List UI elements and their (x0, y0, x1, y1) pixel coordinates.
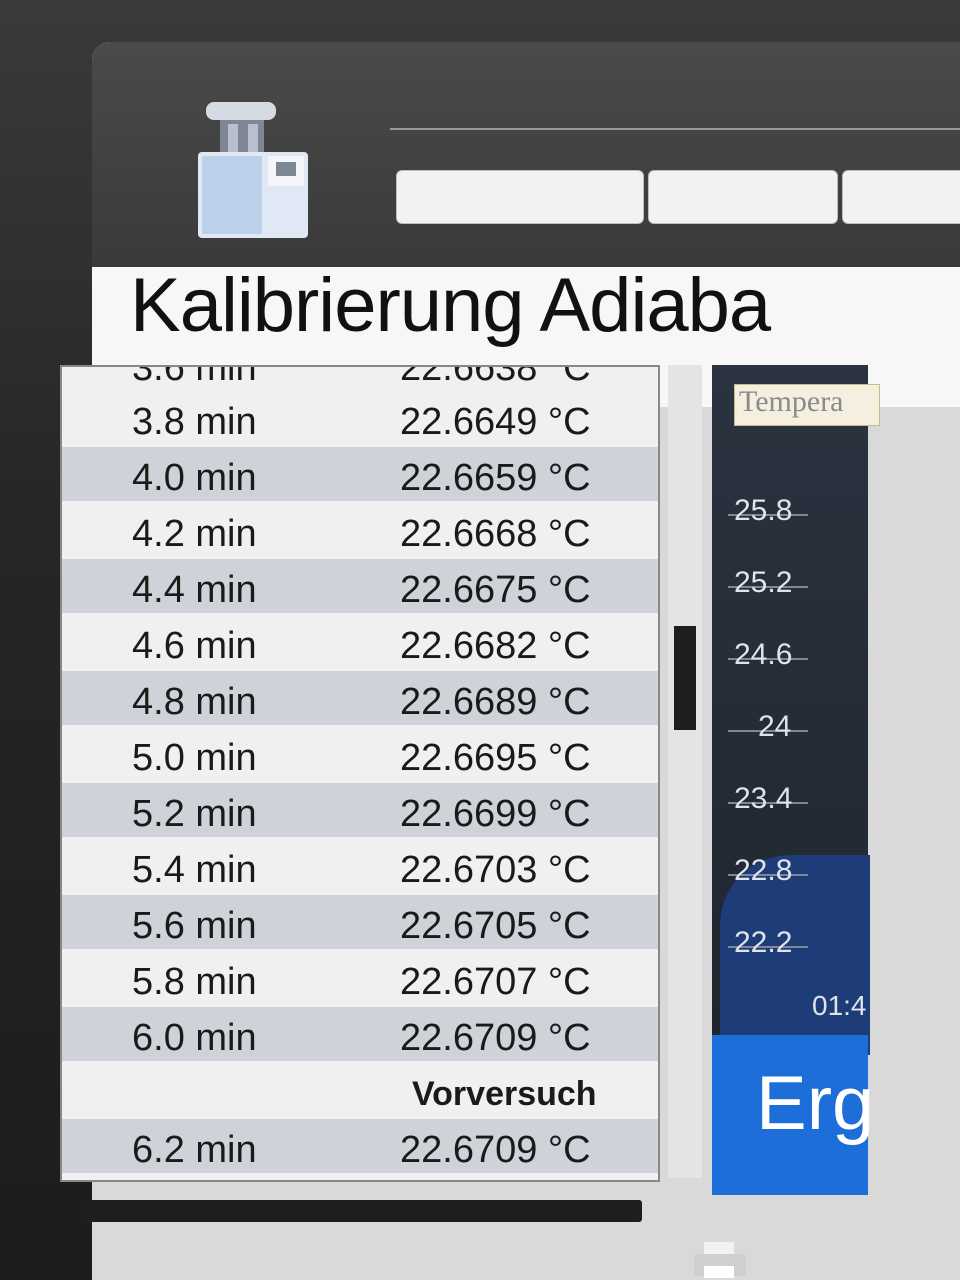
table-row-cut: 3.6 min 22.6638 °C (62, 365, 658, 391)
table-row[interactable]: 4.0 min 22.6659 °C (62, 447, 658, 501)
table-row[interactable]: 4.6 min 22.6682 °C (62, 615, 658, 669)
table-cell-value: 22.6703 °C (400, 849, 591, 891)
chart-y-tick: 24.6 (734, 638, 793, 671)
table-cell-value: 22.6709 °C (400, 1017, 591, 1059)
table-cell-time: 5.6 min (132, 905, 257, 947)
table-cell-time: 5.2 min (132, 793, 257, 835)
table-cell-value: 22.6689 °C (400, 681, 591, 723)
table-cell-time: 5.8 min (132, 961, 257, 1003)
chart-y-tick: 23.4 (734, 782, 793, 815)
table-row[interactable]: 4.8 min 22.6689 °C (62, 671, 658, 725)
table-cell-value: 22.6638 °C (400, 365, 591, 389)
table-cell-value: 22.6695 °C (400, 737, 591, 779)
table-cell-time: 5.4 min (132, 849, 257, 891)
table-cell-time: 4.8 min (132, 681, 257, 723)
calorimeter-device-icon (198, 102, 308, 238)
chart-y-tick: 25.8 (734, 494, 793, 527)
table-cell-time: 4.6 min (132, 625, 257, 667)
header-divider (390, 128, 960, 130)
vertical-scrollbar-thumb[interactable] (674, 626, 696, 730)
table-row[interactable]: 5.8 min 22.6707 °C (62, 951, 658, 1005)
header-tab-2[interactable] (648, 170, 838, 224)
chart-title: Tempera (734, 384, 880, 426)
header-tab-3[interactable] (842, 170, 960, 224)
table-row[interactable]: 4.2 min 22.6668 °C (62, 503, 658, 557)
table-row[interactable]: 4.4 min 22.6675 °C (62, 559, 658, 613)
vertical-scrollbar[interactable] (668, 365, 702, 1178)
table-cell-value: 22.6682 °C (400, 625, 591, 667)
table-cell-value: 22.6649 °C (400, 401, 591, 443)
table-cell-value: 22.6675 °C (400, 569, 591, 611)
table-cell-time: 4.4 min (132, 569, 257, 611)
chart-y-tick: 25.2 (734, 566, 793, 599)
table-cell-time: 5.0 min (132, 737, 257, 779)
table-cell-value: 22.6668 °C (400, 513, 591, 555)
table-cell-value: 22.6709 °C (400, 1129, 591, 1171)
header-bar (92, 42, 960, 267)
table-cell-time: 6.2 min (132, 1129, 257, 1171)
table-cell-time: 3.8 min (132, 401, 257, 443)
chart-y-tick: 22.8 (734, 854, 793, 887)
table-cell-time: 4.2 min (132, 513, 257, 555)
table-section-row: Vorversuch (62, 1063, 658, 1117)
chart-y-tick: 24 (758, 710, 792, 743)
section-label: Vorversuch (412, 1075, 597, 1113)
table-row[interactable]: 3.8 min 22.6649 °C (62, 391, 658, 445)
table-cell-time: 6.0 min (132, 1017, 257, 1059)
chart-time-label: 01:4 (812, 990, 867, 1021)
table-cell-value: 22.6705 °C (400, 905, 591, 947)
results-button-label: Erg (756, 1061, 875, 1146)
table-row[interactable]: 6.0 min 22.6709 °C (62, 1007, 658, 1061)
table-cell-time: 3.6 min (132, 365, 257, 389)
table-row[interactable]: 5.6 min 22.6705 °C (62, 895, 658, 949)
table-row[interactable]: 5.2 min 22.6699 °C (62, 783, 658, 837)
header-tab-1[interactable] (396, 170, 644, 224)
printer-icon[interactable] (690, 1240, 750, 1280)
page-title: Kalibrierung Adiaba (130, 263, 771, 348)
table-row[interactable]: 5.0 min 22.6695 °C (62, 727, 658, 781)
table-row[interactable]: 5.4 min 22.6703 °C (62, 839, 658, 893)
table-row[interactable]: 6.2 min 22.6709 °C (62, 1119, 658, 1173)
horizontal-scrollbar[interactable] (80, 1200, 642, 1222)
table-cell-value: 22.6699 °C (400, 793, 591, 835)
table-cell-value: 22.6707 °C (400, 961, 591, 1003)
table-cell-value: 22.6659 °C (400, 457, 591, 499)
chart-y-tick: 22.2 (734, 926, 793, 959)
measurement-table[interactable]: 3.6 min 22.6638 °C 3.8 min 22.6649 °C 4.… (60, 365, 660, 1182)
table-cell-time: 4.0 min (132, 457, 257, 499)
